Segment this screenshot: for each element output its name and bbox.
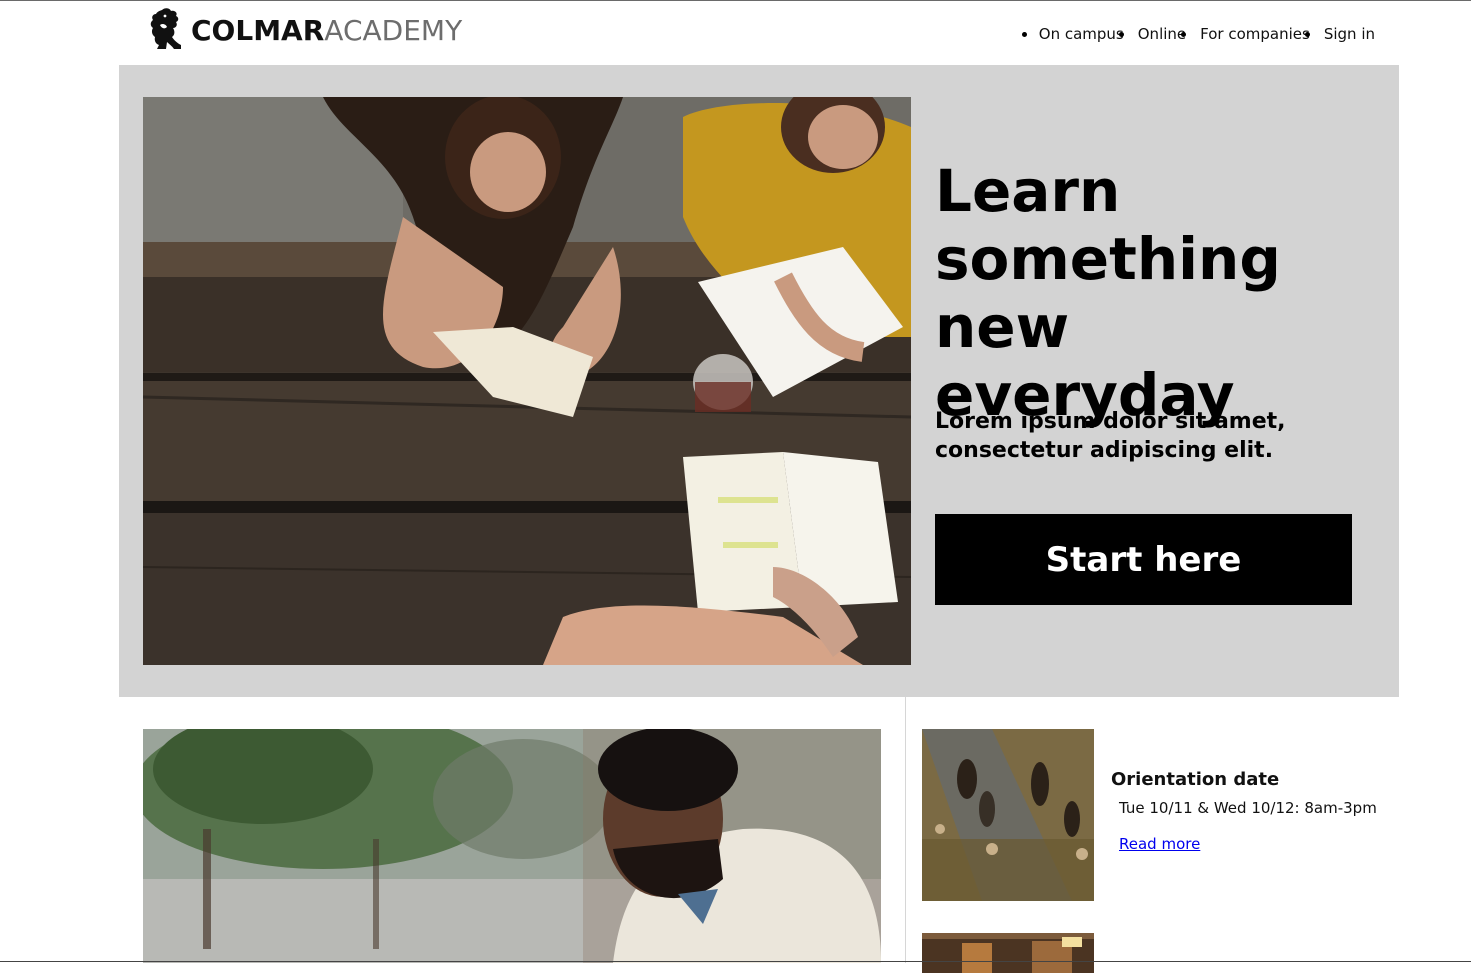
event-title: Orientation date xyxy=(1111,769,1280,790)
top-border xyxy=(0,0,1471,1)
brand-wordmark: COLMAR ACADEMY xyxy=(191,13,462,45)
event-thumbnail-illustration xyxy=(922,729,1094,901)
feature-photo-illustration xyxy=(143,729,881,963)
nav-item-for-companies[interactable]: For companies xyxy=(1181,20,1310,48)
brand-name-light: ACADEMY xyxy=(324,14,463,47)
nav-link-for-companies[interactable]: For companies xyxy=(1200,25,1310,43)
read-more-link[interactable]: Read more xyxy=(1119,833,1200,855)
hero-heading: Learn something new everyday xyxy=(935,157,1281,429)
griffin-logo-icon xyxy=(150,8,181,49)
event-thumbnail-second-illustration xyxy=(922,933,1094,973)
brand-name-bold: COLMAR xyxy=(191,14,325,47)
hero-subheading: Lorem ipsum dolor sit amet, consectetur … xyxy=(935,409,1286,463)
hero-section: Learn something new everyday Lorem ipsum… xyxy=(119,65,1399,697)
nav-link-on-campus[interactable]: On campus xyxy=(1039,25,1124,43)
nav-item-sign-in[interactable]: Sign in xyxy=(1304,20,1375,48)
nav-item-online[interactable]: Online xyxy=(1118,20,1186,48)
column-divider xyxy=(905,697,906,963)
event-date: Tue 10/11 & Wed 10/12: 8am-3pm xyxy=(1119,799,1377,817)
event-thumbnail-second[interactable] xyxy=(922,933,1094,973)
nav-link-sign-in[interactable]: Sign in xyxy=(1324,25,1375,43)
hero-photo-students-studying xyxy=(143,97,911,665)
site-logo[interactable]: COLMAR ACADEMY xyxy=(148,6,462,52)
event-thumbnail-orientation[interactable] xyxy=(922,729,1094,901)
nav-link-online[interactable]: Online xyxy=(1138,25,1186,43)
main-nav: On campus Online For companies Sign in xyxy=(1021,20,1375,48)
hero-photo-illustration xyxy=(143,97,911,665)
start-here-button[interactable]: Start here xyxy=(935,514,1352,605)
bottom-border xyxy=(0,961,1471,962)
nav-item-on-campus[interactable]: On campus xyxy=(1021,20,1124,48)
feature-photo-student xyxy=(143,729,881,963)
